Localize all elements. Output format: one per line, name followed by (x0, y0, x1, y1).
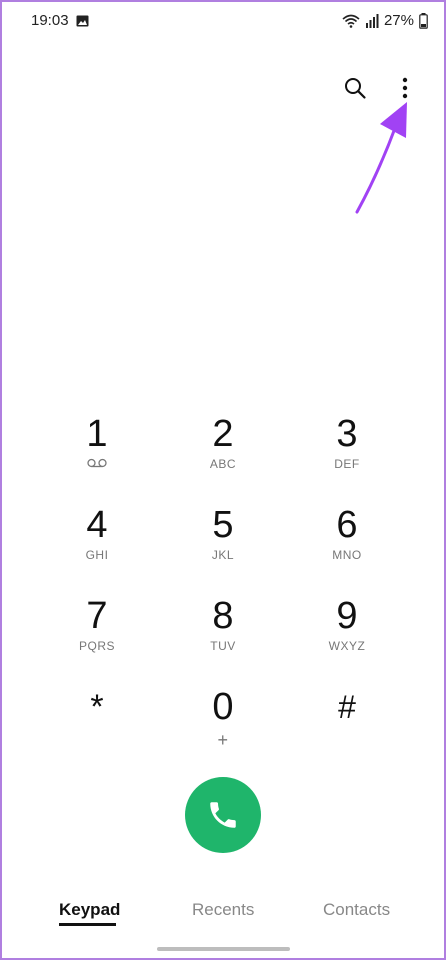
key-4[interactable]: 4 GHI (42, 504, 152, 584)
key-sub: ABC (209, 457, 237, 471)
key-sub (42, 730, 152, 746)
key-digit: 6 (336, 504, 358, 546)
wifi-icon (342, 14, 360, 28)
active-tab-indicator (59, 923, 116, 926)
key-hash[interactable]: # (292, 686, 402, 766)
key-sub (42, 457, 152, 473)
key-digit: # (338, 689, 356, 725)
tab-recents[interactable]: Recents (192, 900, 254, 920)
key-sub: DEF (334, 457, 360, 471)
search-icon (345, 78, 366, 99)
key-1[interactable]: 1 (42, 413, 152, 493)
key-sub: WXYZ (328, 639, 366, 653)
call-button[interactable] (185, 777, 261, 853)
status-bar: 19:03 27% (0, 10, 446, 34)
key-digit: 3 (336, 413, 358, 455)
annotation-arrow-icon (355, 102, 407, 214)
key-star[interactable]: * (42, 686, 152, 766)
signal-icon (365, 13, 379, 28)
key-digit: 7 (86, 595, 108, 637)
key-digit: 4 (86, 504, 108, 546)
key-digit: 9 (336, 595, 358, 637)
home-indicator[interactable] (157, 947, 290, 951)
phone-icon (210, 802, 236, 828)
key-6[interactable]: 6 MNO (292, 504, 402, 584)
key-digit: 0 (212, 686, 234, 728)
key-digit: 2 (212, 413, 234, 455)
search-button[interactable] (342, 74, 368, 102)
key-digit: 8 (212, 595, 234, 637)
gallery-notification-icon (76, 15, 89, 27)
key-digit: 1 (86, 413, 108, 455)
status-time: 19:03 (31, 12, 69, 29)
key-sub: JKL (211, 548, 235, 562)
key-sub: + (217, 730, 229, 750)
key-sub (292, 730, 402, 746)
key-5[interactable]: 5 JKL (168, 504, 278, 584)
tab-keypad[interactable]: Keypad (59, 900, 120, 920)
more-vertical-icon (402, 77, 408, 99)
key-sub: TUV (210, 639, 236, 653)
key-sub: MNO (332, 548, 362, 562)
key-2[interactable]: 2 ABC (168, 413, 278, 493)
key-digit: * (90, 688, 104, 726)
tab-contacts[interactable]: Contacts (323, 900, 390, 920)
key-0[interactable]: 0 + (168, 686, 278, 766)
key-8[interactable]: 8 TUV (168, 595, 278, 675)
key-digit: 5 (212, 504, 234, 546)
status-right: 27% (342, 12, 428, 29)
key-sub: GHI (85, 548, 109, 562)
battery-percent: 27% (383, 12, 414, 29)
key-9[interactable]: 9 WXYZ (292, 595, 402, 675)
key-3[interactable]: 3 DEF (292, 413, 402, 493)
top-actions (342, 74, 418, 102)
key-7[interactable]: 7 PQRS (42, 595, 152, 675)
voicemail-icon (87, 458, 107, 468)
battery-icon (419, 12, 428, 29)
key-sub: PQRS (78, 639, 115, 653)
more-options-button[interactable] (392, 74, 418, 102)
